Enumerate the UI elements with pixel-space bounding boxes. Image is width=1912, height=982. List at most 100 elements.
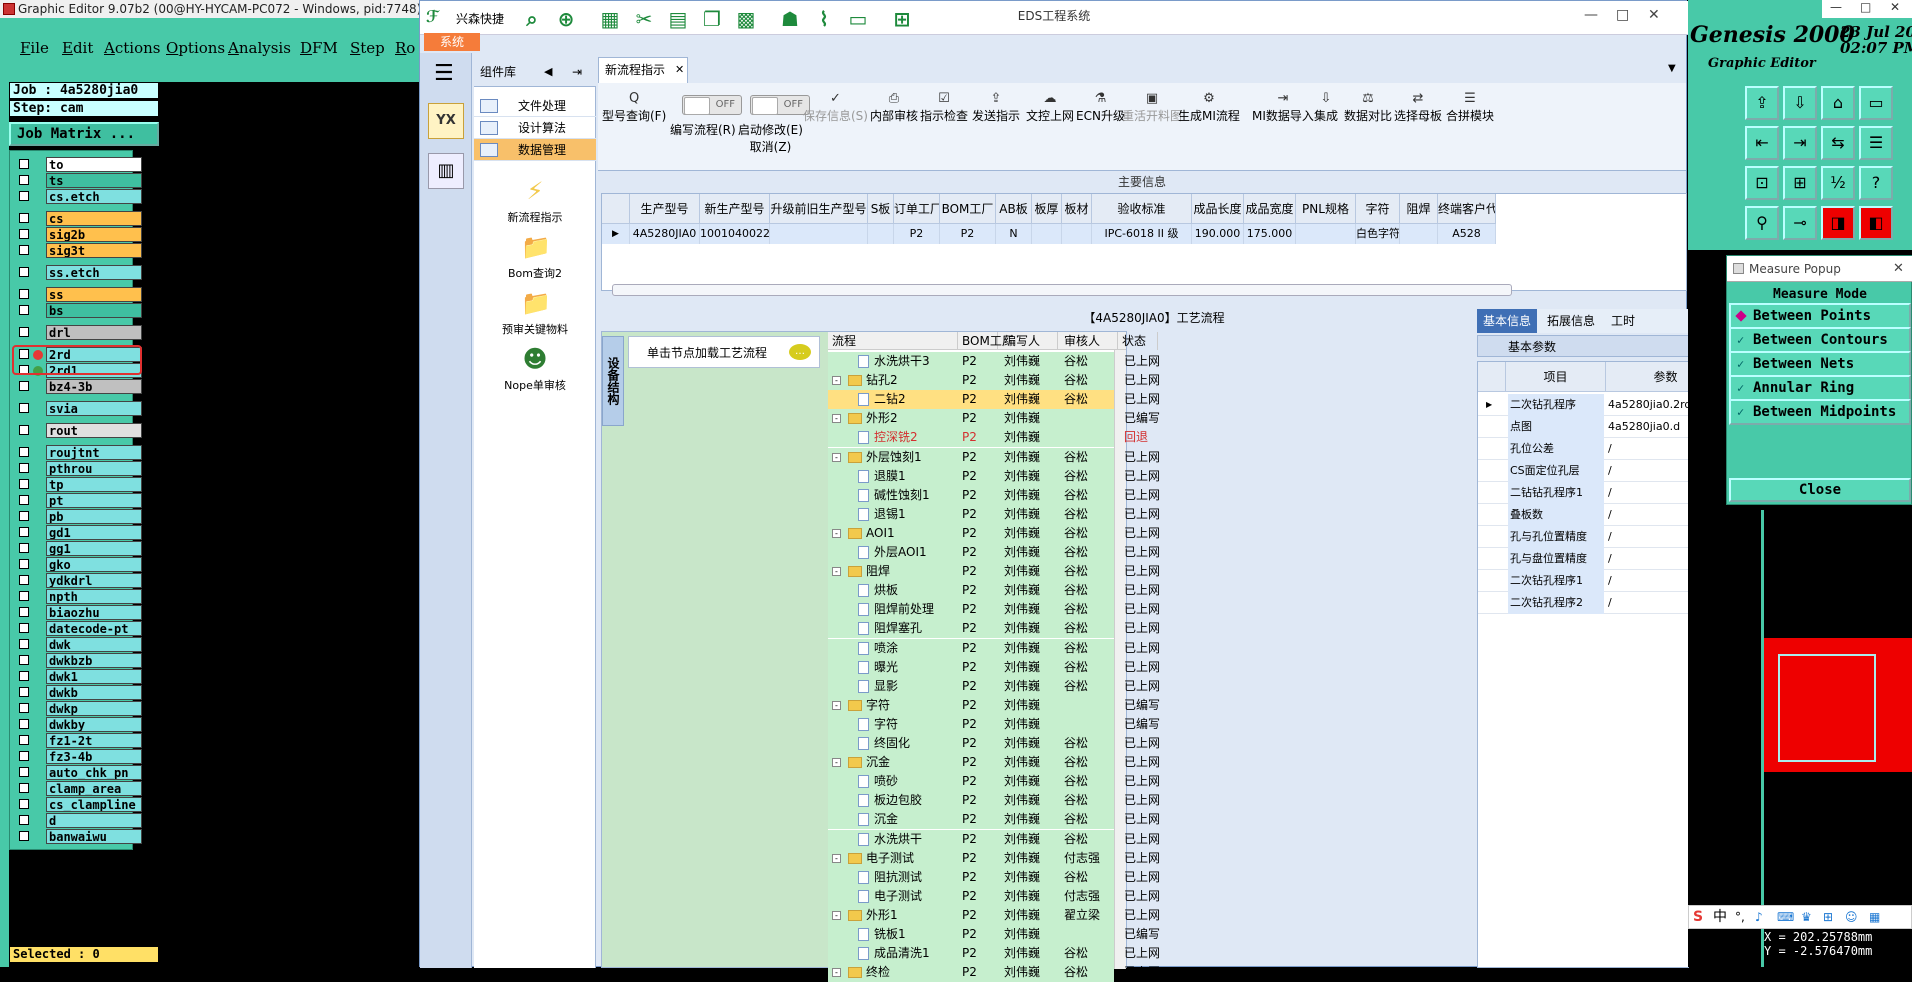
layer-checkbox[interactable] bbox=[19, 559, 29, 569]
tree-row[interactable]: 外层AOI1 P2 刘伟巍 谷松 已上网 bbox=[828, 543, 1160, 562]
tree-row[interactable]: - 阻焊 P2 刘伟巍 谷松 已上网 bbox=[828, 562, 1160, 582]
layer-row[interactable]: datecode-pt bbox=[14, 621, 142, 636]
grid-cell[interactable]: 4A5280JIA0 bbox=[630, 224, 700, 244]
menu-options[interactable]: Options bbox=[166, 39, 225, 57]
layer-checkbox[interactable] bbox=[19, 543, 29, 553]
layer-checkbox[interactable] bbox=[19, 575, 29, 585]
comp-item-file-processing[interactable]: 文件处理 bbox=[474, 95, 596, 117]
collapse-toggle-icon[interactable]: - bbox=[832, 528, 841, 538]
ribbon-button-2[interactable]: 启动修改(E) 取消(Z) bbox=[738, 121, 803, 155]
close-icon[interactable]: ✕ bbox=[1648, 7, 1660, 23]
ribbon-button-5[interactable]: ☑ 指示检查 bbox=[920, 91, 968, 124]
layer-checkbox[interactable] bbox=[19, 305, 29, 315]
param-value[interactable]: / bbox=[1608, 504, 1688, 526]
pre-review-material-item[interactable]: 📁 预审关键物料 bbox=[474, 289, 596, 337]
layer-row[interactable]: cs.etch bbox=[14, 189, 142, 204]
collapse-toggle-icon[interactable]: - bbox=[832, 968, 841, 978]
layer-row[interactable]: svia bbox=[14, 401, 142, 416]
layer-row[interactable]: cs_clampline bbox=[14, 797, 142, 812]
layer-icon[interactable]: ◨ bbox=[1821, 206, 1855, 240]
grid-cell[interactable] bbox=[1400, 224, 1438, 244]
ribbon-button-0[interactable]: Q 型号查询(F) bbox=[602, 91, 666, 124]
layer-checkbox[interactable] bbox=[19, 159, 29, 169]
layer-row[interactable]: fz3-4b bbox=[14, 749, 142, 764]
grid-cell[interactable]: P2 bbox=[940, 224, 996, 244]
tab-new-process-instruction[interactable]: 新流程指示 ✕ bbox=[598, 57, 688, 83]
rect-icon[interactable]: ▭ bbox=[1859, 86, 1893, 120]
layer-row[interactable]: pb bbox=[14, 509, 142, 524]
tree-row[interactable]: - 外形1 P2 刘伟巍 翟立梁 已上网 bbox=[828, 905, 1160, 925]
measure-option-4[interactable]: ✓ Between Midpoints bbox=[1729, 399, 1911, 425]
layer-checkbox[interactable] bbox=[19, 381, 29, 391]
layer-checkbox[interactable] bbox=[19, 655, 29, 665]
tree-header[interactable]: 状态 bbox=[1118, 332, 1158, 350]
collapse-toggle-icon[interactable]: - bbox=[832, 567, 841, 577]
param-value[interactable]: / bbox=[1608, 460, 1688, 482]
tree-row[interactable]: 水洗烘干 P2 刘伟巍 谷松 已上网 bbox=[828, 829, 1160, 849]
grid-cell[interactable]: 白色字符 bbox=[1356, 224, 1400, 244]
tree-row[interactable]: - 字符 P2 刘伟巍 已编写 bbox=[828, 695, 1160, 715]
layer-row[interactable]: ydkdrl bbox=[14, 573, 142, 588]
chevron-down-icon[interactable]: ▼ bbox=[1668, 63, 1676, 74]
ribbon-button-4[interactable]: ⎙ 内部审核 bbox=[870, 91, 918, 124]
layer-row[interactable]: dwkp bbox=[14, 701, 142, 716]
nope-review-item[interactable]: ☻ Nope单审核 bbox=[474, 345, 596, 393]
grid-header[interactable]: 验收标准 bbox=[1092, 194, 1192, 224]
grid-header[interactable]: 板材 bbox=[1062, 194, 1092, 224]
microphone-icon[interactable]: ♪ bbox=[1755, 906, 1763, 928]
param-row[interactable]: ▶二次钻孔程序4a5280jia0.2rdY bbox=[1478, 394, 1688, 416]
calculator-icon[interactable]: ▥ bbox=[428, 153, 464, 189]
tree-row[interactable]: - 电子测试 P2 刘伟巍 付志强 已上网 bbox=[828, 848, 1160, 868]
maximize-icon[interactable]: □ bbox=[1860, 0, 1871, 14]
fit-icon[interactable]: ⊡ bbox=[1745, 166, 1779, 200]
tree-row[interactable]: - 外形2 P2 刘伟巍 已编写 bbox=[828, 409, 1160, 429]
chinese-mode-label[interactable]: 中 bbox=[1713, 906, 1727, 928]
ribbon-button-9[interactable]: ▣ 重活开料图 bbox=[1122, 91, 1182, 124]
tree-row[interactable]: - AOI1 P2 刘伟巍 谷松 已上网 bbox=[828, 523, 1160, 543]
layer-checkbox[interactable] bbox=[19, 639, 29, 649]
tree-row[interactable]: 水洗烘干3 P2 刘伟巍 谷松 已上网 bbox=[828, 352, 1160, 371]
param-value[interactable]: / bbox=[1608, 570, 1688, 592]
grid-header[interactable]: AB板 bbox=[996, 194, 1032, 224]
layer-icon[interactable]: ◧ bbox=[1859, 206, 1893, 240]
tree-row[interactable]: 碱性蚀刻1 P2 刘伟巍 谷松 已上网 bbox=[828, 485, 1160, 505]
up-icon[interactable]: ⇪ bbox=[1745, 86, 1779, 120]
user-icon[interactable]: ☺ bbox=[1845, 906, 1858, 928]
minimize-icon[interactable]: — bbox=[1830, 0, 1842, 14]
collapse-toggle-icon[interactable]: - bbox=[832, 452, 841, 462]
layer-row[interactable]: drl bbox=[14, 325, 142, 340]
layer-row[interactable]: tp bbox=[14, 477, 142, 492]
param-header[interactable]: 项目 bbox=[1506, 362, 1606, 392]
collapse-toggle-icon[interactable]: - bbox=[832, 758, 841, 768]
grid-header[interactable]: 阻焊 bbox=[1400, 194, 1438, 224]
grid-cell[interactable]: 190.000 bbox=[1192, 224, 1244, 244]
close-icon[interactable]: ✕ bbox=[1890, 0, 1900, 14]
param-value[interactable]: / bbox=[1608, 526, 1688, 548]
layer-checkbox[interactable] bbox=[19, 799, 29, 809]
tree-row[interactable]: 显影 P2 刘伟巍 谷松 已上网 bbox=[828, 676, 1160, 696]
menu-actions[interactable]: Actions bbox=[104, 39, 160, 57]
toggle-switch[interactable]: OFF bbox=[750, 95, 810, 115]
tree-header[interactable]: BOM工厂 bbox=[958, 332, 1014, 350]
collapse-toggle-icon[interactable]: - bbox=[832, 414, 841, 424]
ribbon-button-10[interactable]: ⚙ 生成MI流程 bbox=[1178, 91, 1240, 124]
layer-checkbox[interactable] bbox=[19, 783, 29, 793]
param-row[interactable]: 二次钻孔程序1/Y bbox=[1478, 570, 1688, 592]
grid-header[interactable]: 终端客户代 bbox=[1438, 194, 1496, 224]
ribbon-button-6[interactable]: ⇪ 发送指示 bbox=[972, 91, 1020, 124]
layer-row[interactable]: gd1 bbox=[14, 525, 142, 540]
layer-row[interactable]: auto_chk_pn bbox=[14, 765, 142, 780]
toggle-switch[interactable]: OFF bbox=[682, 95, 742, 115]
measure-option-1[interactable]: ✓ Between Contours bbox=[1729, 327, 1911, 353]
grid-header[interactable]: 成品宽度 bbox=[1244, 194, 1296, 224]
param-value[interactable]: 4a5280jia0.d bbox=[1608, 416, 1688, 438]
tree-row[interactable]: - 终检 P2 刘伟巍 谷松 已上网 bbox=[828, 963, 1160, 982]
grid-cell[interactable] bbox=[1296, 224, 1356, 244]
layer-row[interactable]: sig2b bbox=[14, 227, 142, 242]
param-row[interactable]: 孔与盘位置精度/milY bbox=[1478, 548, 1688, 570]
down-icon[interactable]: ⇩ bbox=[1783, 86, 1817, 120]
measure-option-0[interactable]: Between Points bbox=[1729, 303, 1911, 329]
close-icon[interactable]: ✕ bbox=[1893, 256, 1904, 282]
tree-row[interactable]: 电子测试 P2 刘伟巍 付志强 已上网 bbox=[828, 886, 1160, 906]
layer-row[interactable]: gg1 bbox=[14, 541, 142, 556]
